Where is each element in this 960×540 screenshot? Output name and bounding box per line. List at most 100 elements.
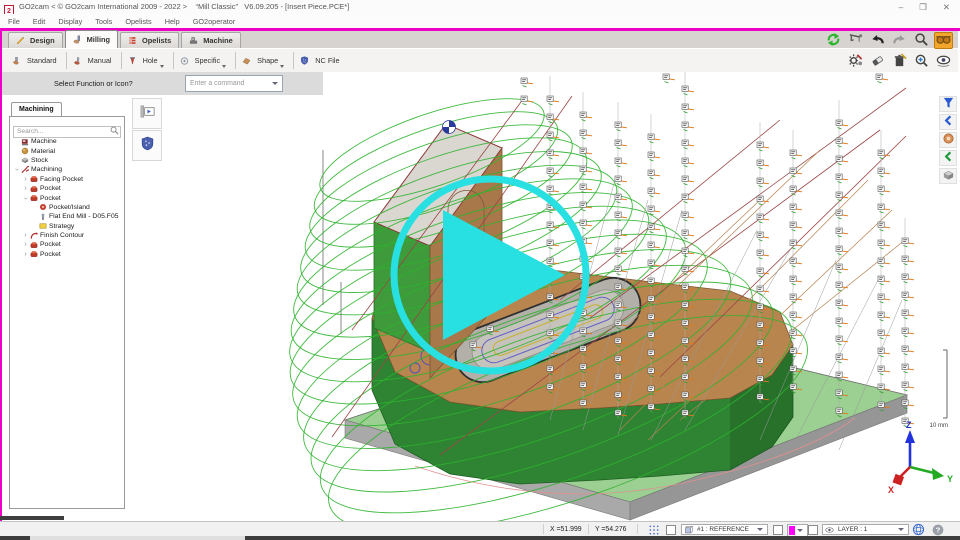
delete-icon bbox=[892, 53, 907, 71]
search-input[interactable] bbox=[13, 126, 121, 138]
undo-button[interactable] bbox=[868, 32, 887, 49]
tab-opelists[interactable]: Opelists bbox=[120, 32, 179, 48]
pocket-icon bbox=[29, 250, 38, 259]
simulation-button[interactable] bbox=[132, 98, 162, 129]
cursor-y-readout: Y =54.276 bbox=[595, 526, 627, 533]
tree-item-facing-pocket[interactable]: ›Facing Pocket bbox=[10, 175, 124, 184]
specific-icon bbox=[180, 56, 189, 65]
prev-green-button[interactable] bbox=[939, 150, 957, 166]
ribbon-tab-row: DesignMillingOpelistsMachine bbox=[2, 31, 958, 48]
chevron-down-icon[interactable] bbox=[280, 65, 284, 68]
tree-item-pocket[interactable]: ›Pocket bbox=[10, 193, 124, 202]
chevron-down-icon bbox=[757, 528, 763, 531]
button-specific[interactable]: Specific bbox=[174, 51, 236, 71]
zoom-region-icon bbox=[914, 53, 929, 71]
standard-icon bbox=[12, 56, 21, 65]
expander-icon[interactable]: › bbox=[22, 251, 29, 258]
layer-checkbox[interactable] bbox=[808, 525, 818, 535]
tree-item-flat-end-mill-d05-f05[interactable]: Flat End Mill - D05.F05 bbox=[10, 212, 124, 221]
nc-shield-icon bbox=[140, 136, 155, 156]
tab-milling[interactable]: Milling bbox=[65, 30, 118, 48]
button-manual[interactable]: Manual bbox=[67, 51, 121, 71]
tree-item-stock[interactable]: Stock bbox=[10, 156, 124, 165]
button-nc-file[interactable]: NC File bbox=[294, 51, 348, 71]
expander-icon[interactable]: › bbox=[22, 176, 29, 183]
menu-bar: File Edit Display Tools Opelists Help GO2opera… bbox=[0, 14, 960, 28]
milling-tab-icon bbox=[73, 35, 82, 44]
machining-tree: MachineMaterialStock›Machining›Facing Po… bbox=[10, 137, 124, 508]
zoom-region-button[interactable] bbox=[912, 53, 931, 70]
redo-button[interactable] bbox=[890, 32, 909, 49]
title-bar: 2 GO2cam < © GO2cam International 2009 -… bbox=[0, 0, 960, 14]
reference-checkbox[interactable] bbox=[666, 525, 676, 535]
close-button[interactable]: ✕ bbox=[943, 1, 950, 13]
expander-icon[interactable]: › bbox=[22, 185, 29, 192]
prev-blue-button[interactable] bbox=[939, 114, 957, 130]
shape-icon bbox=[242, 56, 251, 65]
machine-config-button[interactable] bbox=[846, 53, 865, 70]
menu-item-go2operator[interactable]: GO2operator bbox=[193, 17, 236, 26]
glasses-button[interactable] bbox=[934, 32, 953, 49]
right-toolbar bbox=[939, 96, 957, 184]
tree-item-pocket[interactable]: ›Pocket bbox=[10, 250, 124, 259]
menu-item-opelists[interactable]: Opelists bbox=[125, 17, 151, 26]
expander-icon[interactable]: › bbox=[22, 195, 29, 202]
chevron-down-icon bbox=[898, 528, 904, 531]
reference-select[interactable]: #1 : REFERENCE bbox=[681, 524, 768, 535]
menu-item-edit[interactable]: Edit bbox=[33, 17, 46, 26]
tab-machining[interactable]: Machining bbox=[11, 102, 62, 117]
ribbon: DesignMillingOpelistsMachine StandardMan… bbox=[2, 31, 958, 72]
status-bar: X =51.999 Y =54.276 #1 : REFERENCE LAYER… bbox=[0, 521, 960, 536]
pocket-icon bbox=[29, 194, 38, 203]
tree-item-pocket-island[interactable]: Pocket/Island bbox=[10, 203, 124, 212]
menu-item-tools[interactable]: Tools bbox=[95, 17, 112, 26]
menu-item-help[interactable]: Help bbox=[165, 17, 180, 26]
delete-button[interactable] bbox=[890, 53, 909, 70]
eraser-icon bbox=[870, 53, 885, 71]
tree-item-material[interactable]: Material bbox=[10, 146, 124, 155]
eye-rotate-icon bbox=[936, 53, 951, 71]
chevron-down-icon[interactable] bbox=[160, 65, 164, 68]
eraser-button[interactable] bbox=[868, 53, 887, 70]
button-shape[interactable]: Shape bbox=[236, 51, 293, 71]
chevron-down-icon[interactable] bbox=[222, 65, 226, 68]
nc-shield-button[interactable] bbox=[132, 130, 162, 161]
expander-icon[interactable]: › bbox=[22, 232, 29, 239]
minimize-button[interactable]: – bbox=[899, 1, 904, 13]
tree-item-pocket[interactable]: ›Pocket bbox=[10, 184, 124, 193]
tab-design[interactable]: Design bbox=[8, 32, 63, 48]
tree-item-strategy[interactable]: Strategy bbox=[10, 222, 124, 231]
expander-icon[interactable]: › bbox=[13, 166, 20, 173]
tree-item-finish-contour[interactable]: ›Finish Contour bbox=[10, 231, 124, 240]
button-standard[interactable]: Standard bbox=[6, 51, 66, 71]
tool-button[interactable] bbox=[939, 132, 957, 148]
cursor-x-readout: X =51.999 bbox=[550, 526, 582, 533]
tree-item-pocket[interactable]: ›Pocket bbox=[10, 240, 124, 249]
expander-icon[interactable]: › bbox=[22, 241, 29, 248]
pocket-icon bbox=[29, 175, 38, 184]
sphere-view-button[interactable] bbox=[911, 523, 925, 536]
opelists-tab-icon bbox=[128, 36, 137, 45]
stock-button[interactable] bbox=[939, 168, 957, 184]
command-combo[interactable]: Enter a command bbox=[185, 75, 283, 92]
color-checkbox[interactable] bbox=[773, 525, 783, 535]
button-hole[interactable]: Hole bbox=[122, 51, 173, 71]
menu-item-display[interactable]: Display bbox=[58, 17, 82, 26]
tool-icon bbox=[942, 132, 955, 148]
tab-machine[interactable]: Machine bbox=[181, 32, 241, 48]
eye-rotate-button[interactable] bbox=[934, 53, 953, 70]
tree-item-machining[interactable]: ›Machining bbox=[10, 165, 124, 174]
sync-button[interactable] bbox=[824, 32, 843, 49]
caliper-button[interactable] bbox=[846, 32, 865, 49]
zoom-button[interactable] bbox=[912, 32, 931, 49]
layer-select[interactable]: LAYER : 1 bbox=[822, 524, 909, 535]
endmill-icon bbox=[38, 212, 47, 221]
filter-button[interactable] bbox=[939, 96, 957, 112]
help-button[interactable]: ? bbox=[931, 523, 945, 536]
chevron-down-icon bbox=[797, 529, 803, 532]
maximize-button[interactable]: ❐ bbox=[919, 1, 927, 13]
grid-toggle-button[interactable] bbox=[647, 523, 661, 536]
tree-item-machine[interactable]: Machine bbox=[10, 137, 124, 146]
menu-item-file[interactable]: File bbox=[8, 17, 20, 26]
axis-y-label: Y bbox=[947, 474, 953, 484]
